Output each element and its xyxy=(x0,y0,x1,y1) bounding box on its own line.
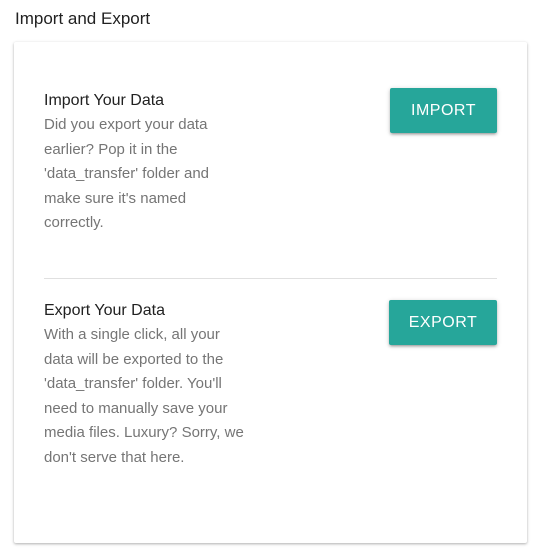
section-divider xyxy=(44,278,497,279)
import-export-card: Import Your Data Did you export your dat… xyxy=(14,42,527,543)
export-section: Export Your Data With a single click, al… xyxy=(44,300,497,470)
export-button[interactable]: EXPORT xyxy=(389,300,497,345)
import-button[interactable]: IMPORT xyxy=(390,88,497,133)
import-section: Import Your Data Did you export your dat… xyxy=(44,88,497,236)
page-title: Import and Export xyxy=(15,9,151,28)
import-description: Did you export your data earlier? Pop it… xyxy=(44,116,209,231)
import-export-page: Import and Export Import Your Data Did y… xyxy=(0,0,542,555)
export-description: With a single click, all your data will … xyxy=(44,326,244,466)
